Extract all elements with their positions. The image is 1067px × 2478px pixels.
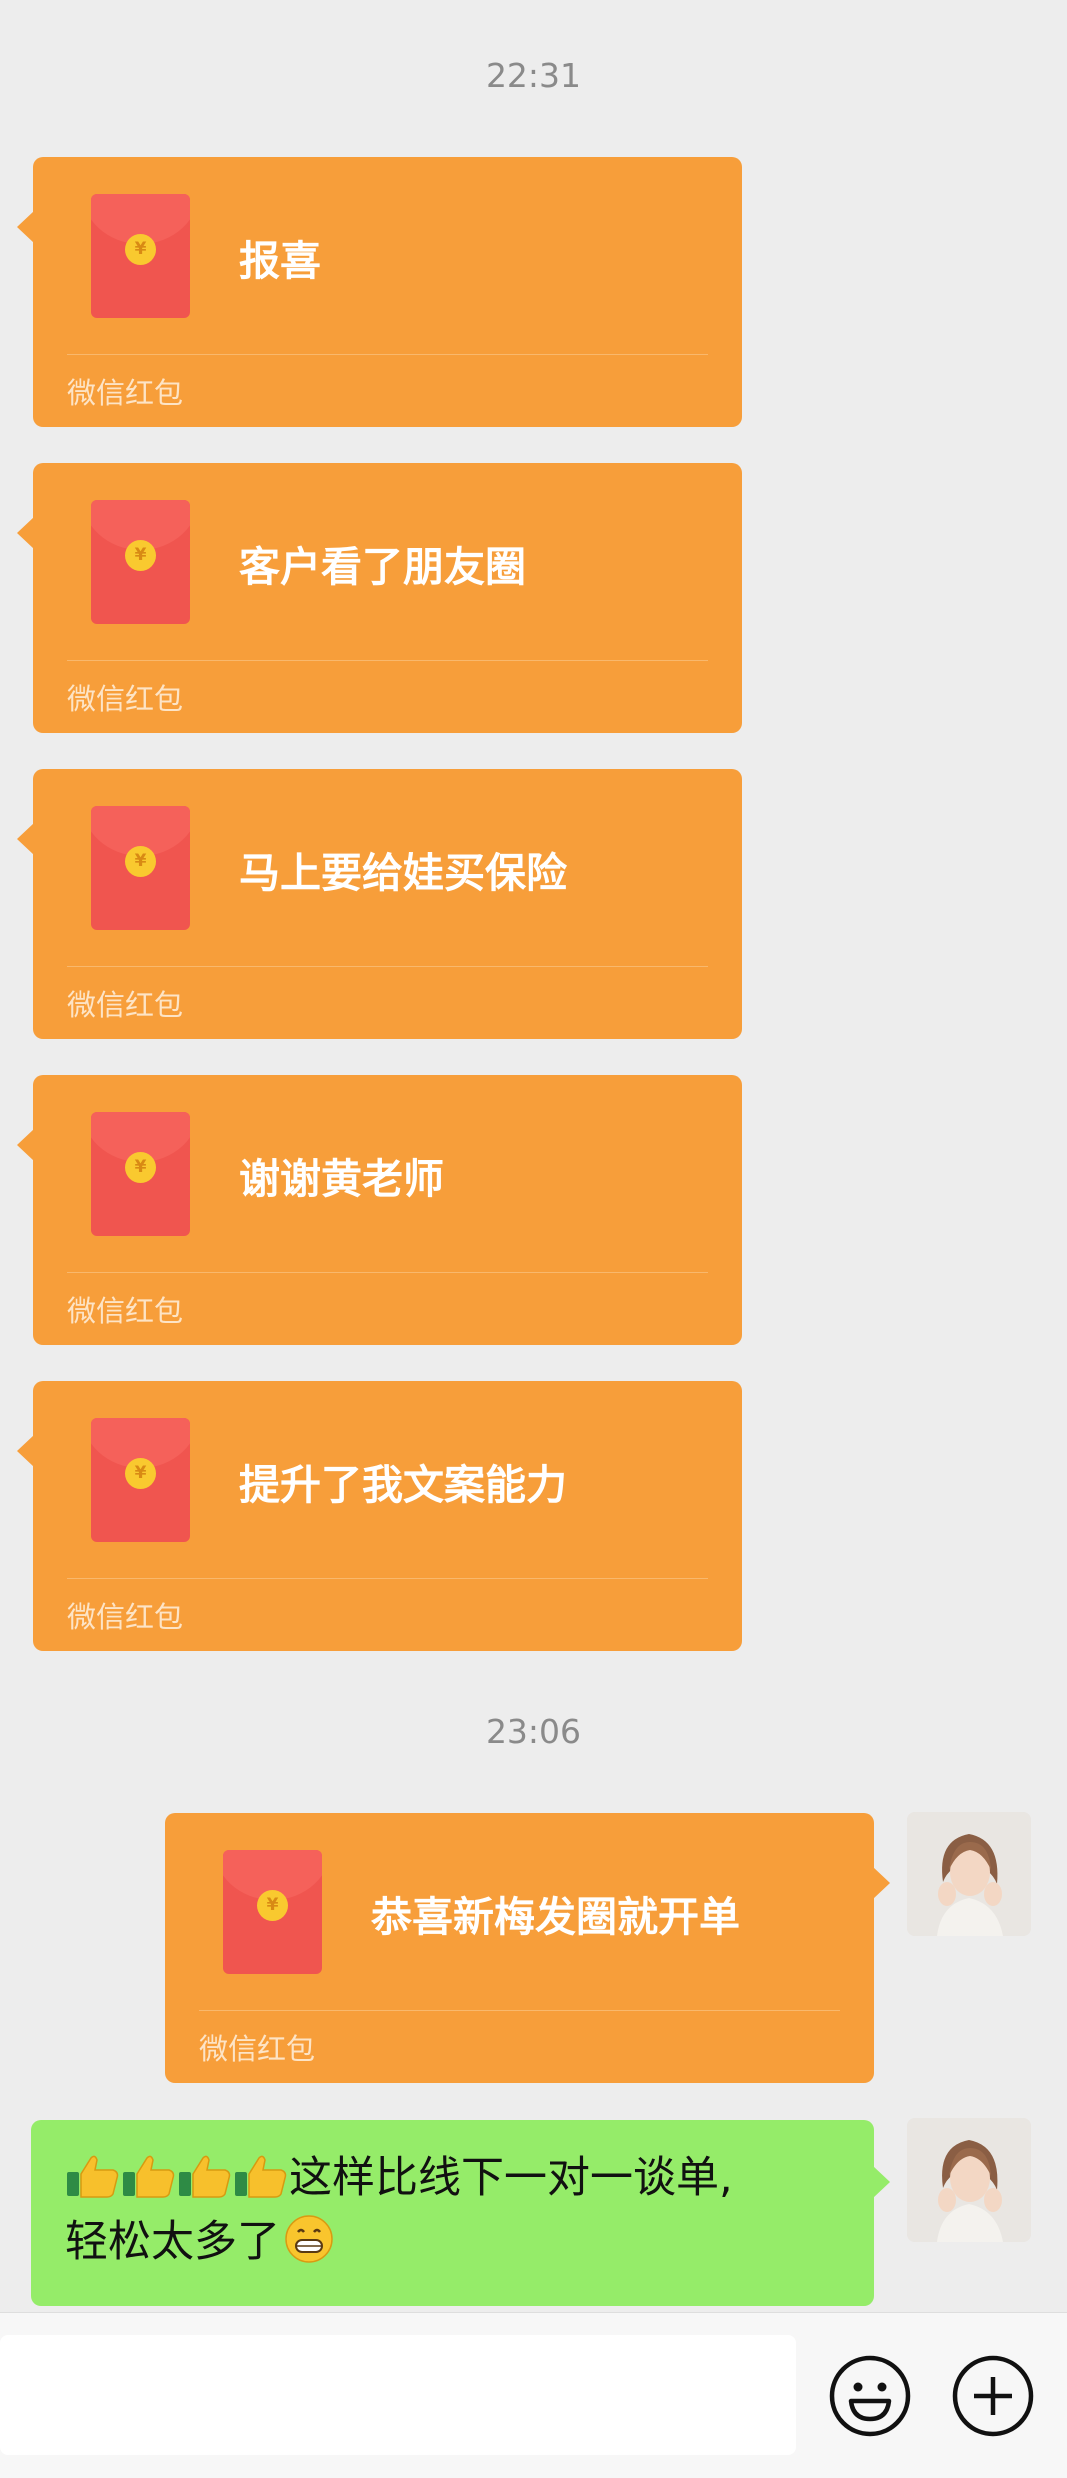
red-envelope-icon: ¥ <box>91 500 190 624</box>
message-input[interactable] <box>0 2335 796 2455</box>
message-text: 轻松太多了 <box>65 2217 280 2267</box>
red-packet-label: 微信红包 <box>67 1600 184 1634</box>
divider <box>67 354 708 355</box>
red-packet-label: 微信红包 <box>199 2032 316 2066</box>
red-packet-message[interactable]: ¥ 报喜 微信红包 <box>17 157 742 427</box>
chat-screen: 22:31 ¥ 报喜 微信红包 ¥ 客户看了朋友圈 微信红包 ¥ 马上要给娃买保… <box>0 0 1067 2478</box>
red-packet-message[interactable]: ¥ 马上要给娃买保险 微信红包 <box>17 769 742 1039</box>
timestamp: 23:06 <box>485 1712 582 1751</box>
red-envelope-icon: ¥ <box>91 1112 190 1236</box>
red-envelope-icon: ¥ <box>91 1418 190 1542</box>
divider <box>67 1578 708 1579</box>
thumbs-up-icon <box>235 2155 287 2198</box>
red-packet-label: 微信红包 <box>67 682 184 716</box>
red-packet-label: 微信红包 <box>67 1294 184 1328</box>
red-packet-greeting: 马上要给娃买保险 <box>239 849 567 897</box>
divider <box>67 660 708 661</box>
red-envelope-icon: ¥ <box>91 806 190 930</box>
avatar[interactable] <box>907 1812 1031 1936</box>
red-packet-message-outgoing[interactable]: ¥ 恭喜新梅发圈就开单 微信红包 <box>165 1813 890 2083</box>
thumbs-up-icon <box>179 2155 231 2198</box>
red-packet-message[interactable]: ¥ 提升了我文案能力 微信红包 <box>17 1381 742 1651</box>
message-line-1: 这样比线下一对一谈单, <box>65 2146 840 2210</box>
red-packet-greeting: 报喜 <box>239 237 321 285</box>
red-packet-label: 微信红包 <box>67 988 184 1022</box>
red-packet-message[interactable]: ¥ 客户看了朋友圈 微信红包 <box>17 463 742 733</box>
red-packet-greeting: 客户看了朋友圈 <box>239 543 526 591</box>
red-envelope-icon: ¥ <box>223 1850 322 1974</box>
red-envelope-icon: ¥ <box>91 194 190 318</box>
red-packet-label: 微信红包 <box>67 376 184 410</box>
red-packet-message[interactable]: ¥ 谢谢黄老师 微信红包 <box>17 1075 742 1345</box>
thumbs-up-icon <box>67 2155 119 2198</box>
emoji-icon[interactable] <box>827 2353 913 2439</box>
plus-icon[interactable] <box>950 2353 1036 2439</box>
divider <box>67 966 708 967</box>
red-packet-greeting: 谢谢黄老师 <box>239 1155 444 1203</box>
divider <box>199 2010 840 2011</box>
text-message-outgoing[interactable]: 这样比线下一对一谈单, 轻松太多了 <box>31 2120 890 2306</box>
message-line-2: 轻松太多了 <box>65 2210 840 2274</box>
message-text: 这样比线下一对一谈单, <box>289 2153 733 2203</box>
divider <box>67 1272 708 1273</box>
thumbs-up-icon <box>123 2155 175 2198</box>
avatar[interactable] <box>907 2118 1031 2242</box>
red-packet-greeting: 提升了我文案能力 <box>239 1461 567 1509</box>
grinning-face-icon <box>285 2215 333 2263</box>
chat-input-bar <box>0 2312 1067 2478</box>
timestamp: 22:31 <box>485 56 582 95</box>
red-packet-greeting: 恭喜新梅发圈就开单 <box>371 1893 740 1941</box>
